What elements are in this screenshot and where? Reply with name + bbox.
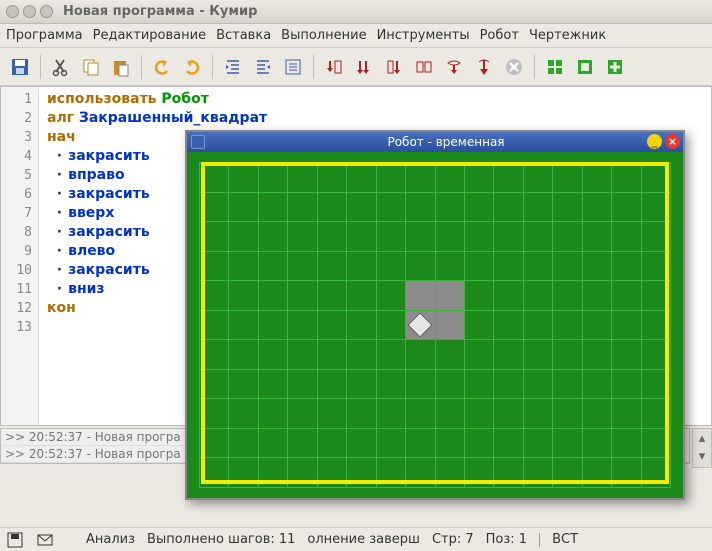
redo-button[interactable] <box>178 53 206 81</box>
debug-icon <box>414 57 434 77</box>
outdent-icon <box>253 57 273 77</box>
code-line[interactable]: использовать Робот <box>47 90 703 109</box>
step-over-icon <box>354 57 374 77</box>
statusbar: Анализ Выполнено шагов: 11 олнение завер… <box>0 527 712 551</box>
debug-button[interactable] <box>410 53 438 81</box>
status-mode: ВСТ <box>552 532 578 547</box>
paste-button[interactable] <box>107 53 135 81</box>
menu-edit[interactable]: Редактирование <box>93 28 206 43</box>
separator <box>539 533 540 547</box>
save-icon <box>10 57 30 77</box>
stop-button[interactable] <box>500 53 528 81</box>
step-into-button[interactable] <box>320 53 348 81</box>
cut-icon <box>51 57 71 77</box>
grid3-button[interactable] <box>601 53 629 81</box>
robot-window-title: Робот - временная <box>209 135 683 149</box>
status-save-icon[interactable] <box>6 531 24 549</box>
window-button-min[interactable] <box>23 5 36 18</box>
step-over-button[interactable] <box>350 53 378 81</box>
separator <box>313 55 314 79</box>
toggle-comment-button[interactable] <box>279 53 307 81</box>
undo-icon <box>152 57 172 77</box>
paste-icon <box>111 57 131 77</box>
status-done: олнение заверш <box>307 532 420 547</box>
window-titlebar: Новая программа - Кумир <box>0 0 712 24</box>
status-steps: Выполнено шагов: 11 <box>147 532 295 547</box>
code-line[interactable]: алг Закрашенный_квадрат <box>47 109 703 128</box>
robot-window-titlebar[interactable]: Робот - временная _ × <box>187 132 683 152</box>
grid1-button[interactable] <box>541 53 569 81</box>
robot-window-close[interactable]: × <box>665 134 680 149</box>
cut-button[interactable] <box>47 53 75 81</box>
run3-icon <box>474 57 494 77</box>
status-pos: Поз: 1 <box>486 532 527 547</box>
scroll-down-icon[interactable]: ▾ <box>693 447 711 465</box>
undo-button[interactable] <box>148 53 176 81</box>
status-analysis: Анализ <box>86 532 135 547</box>
robot-window-minimize[interactable]: _ <box>647 134 662 149</box>
run2-button[interactable] <box>440 53 468 81</box>
editor-gutter: 12345678910111213 <box>1 87 39 425</box>
menu-tools[interactable]: Инструменты <box>377 28 470 43</box>
menu-program[interactable]: Программа <box>6 28 83 43</box>
log-scrollbar[interactable]: ▴ ▾ <box>692 428 712 468</box>
step-into-icon <box>324 57 344 77</box>
window-title: Новая программа - Кумир <box>63 4 257 19</box>
toggle-comment-icon <box>283 57 303 77</box>
indent-icon <box>223 57 243 77</box>
grid2-button[interactable] <box>571 53 599 81</box>
redo-icon <box>182 57 202 77</box>
run3-button[interactable] <box>470 53 498 81</box>
separator <box>141 55 142 79</box>
scroll-up-icon[interactable]: ▴ <box>693 429 711 447</box>
copy-button[interactable] <box>77 53 105 81</box>
status-mail-icon[interactable] <box>36 531 54 549</box>
grid-icon <box>545 57 565 77</box>
separator <box>212 55 213 79</box>
robot-field[interactable] <box>187 152 683 498</box>
separator <box>534 55 535 79</box>
run-button[interactable] <box>380 53 408 81</box>
stop-icon <box>504 57 524 77</box>
menu-insert[interactable]: Вставка <box>216 28 271 43</box>
robot-grid <box>199 162 671 488</box>
status-line: Стр: 7 <box>432 532 474 547</box>
separator <box>40 55 41 79</box>
run2-icon <box>444 57 464 77</box>
indent-button[interactable] <box>219 53 247 81</box>
copy-icon <box>81 57 101 77</box>
menu-robot[interactable]: Робот <box>480 28 519 43</box>
outdent-button[interactable] <box>249 53 277 81</box>
menu-drawer[interactable]: Чертежник <box>529 28 606 43</box>
toolbar <box>0 48 712 86</box>
run-icon <box>384 57 404 77</box>
window-button-close[interactable] <box>6 5 19 18</box>
grid-outline-icon <box>575 57 595 77</box>
grid-plus-icon <box>605 57 625 77</box>
menu-run[interactable]: Выполнение <box>281 28 366 43</box>
menubar: Программа Редактирование Вставка Выполне… <box>0 24 712 48</box>
robot-window-icon <box>191 135 205 149</box>
robot-window[interactable]: Робот - временная _ × <box>185 130 685 500</box>
save-button[interactable] <box>6 53 34 81</box>
window-button-max[interactable] <box>40 5 53 18</box>
